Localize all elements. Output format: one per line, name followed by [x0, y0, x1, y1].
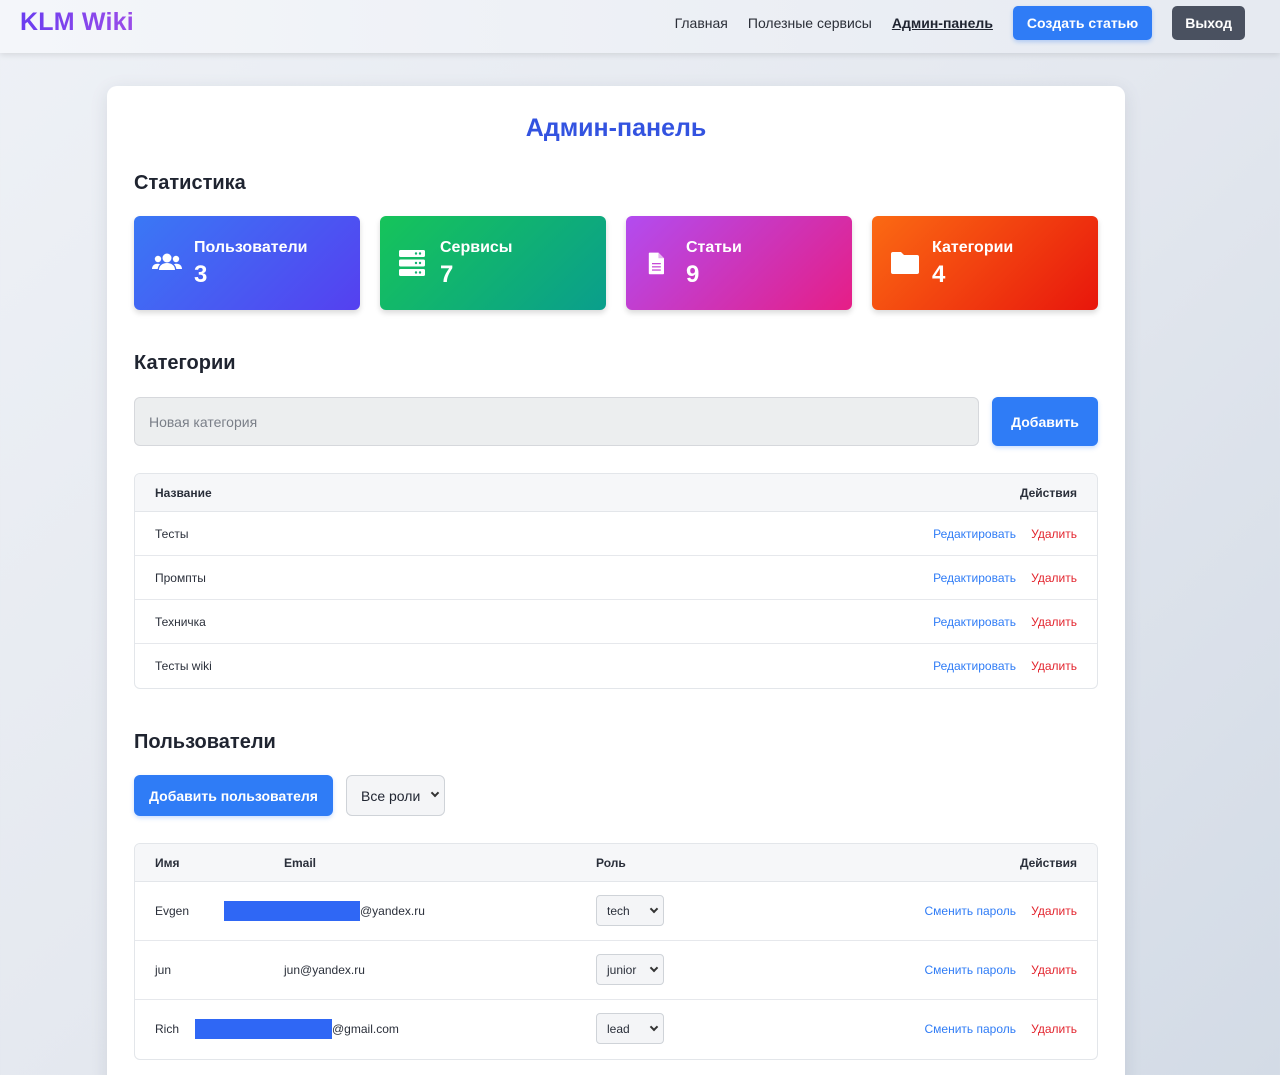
stat-value: 4 — [932, 261, 946, 288]
chevron-down-icon — [649, 963, 659, 973]
user-name: jun — [155, 963, 172, 977]
document-icon — [648, 252, 664, 275]
edit-category-link[interactable]: Редактировать — [933, 571, 1016, 585]
stats-grid: Пользователи 3 Сервисы 7 Статьи 9 Катего… — [134, 216, 1098, 310]
chevron-down-icon — [649, 1022, 659, 1032]
delete-user-link[interactable]: Удалить — [1031, 963, 1077, 977]
delete-category-link[interactable]: Удалить — [1031, 571, 1077, 585]
role-value: tech — [607, 903, 630, 918]
stat-value: 3 — [194, 261, 208, 288]
delete-category-link[interactable]: Удалить — [1031, 615, 1077, 629]
delete-user-link[interactable]: Удалить — [1031, 1022, 1077, 1036]
stat-card-services: Сервисы 7 — [380, 216, 606, 310]
column-header-role: Роль — [596, 856, 626, 870]
stat-card-users: Пользователи 3 — [134, 216, 360, 310]
column-header-actions: Действия — [1019, 486, 1077, 500]
column-header-name: Имя — [155, 856, 180, 870]
top-navbar: KLM Wiki Главная Полезные сервисы Админ-… — [0, 0, 1280, 53]
stat-value: 7 — [440, 261, 454, 288]
admin-panel-card: Админ-панель Статистика Пользователи 3 С… — [107, 86, 1125, 1075]
delete-user-link[interactable]: Удалить — [1031, 904, 1077, 918]
role-value: junior — [607, 962, 637, 977]
column-header-name: Название — [155, 486, 212, 500]
category-name: Техничка — [155, 615, 206, 629]
categories-table: Название Действия Тесты Редактировать Уд… — [134, 473, 1098, 689]
change-password-link[interactable]: Сменить пароль — [924, 904, 1016, 918]
main-nav: Главная Полезные сервисы Админ-панель Со… — [675, 6, 1245, 40]
nav-admin-link[interactable]: Админ-панель — [892, 15, 993, 31]
category-name: Тесты — [155, 527, 189, 541]
user-name: Evgen — [155, 904, 190, 918]
new-category-input[interactable] — [134, 397, 979, 446]
stat-value: 9 — [686, 261, 700, 288]
table-row: jun jun@yandex.ru junior Сменить пароль … — [135, 941, 1097, 1000]
redaction-block — [224, 901, 360, 921]
page-title: Админ-панель — [525, 114, 707, 142]
user-email: @gmail.com — [332, 1022, 399, 1036]
users-table: Имя Email Роль Действия Evgen @yandex.ru… — [134, 843, 1098, 1060]
table-row: Промпты Редактировать Удалить — [135, 556, 1097, 600]
change-password-link[interactable]: Сменить пароль — [924, 1022, 1016, 1036]
column-header-email: Email — [284, 856, 317, 870]
create-article-button[interactable]: Создать статью — [1012, 6, 1153, 40]
chevron-down-icon — [430, 788, 440, 798]
users-heading: Пользователи — [134, 731, 276, 753]
stat-card-articles: Статьи 9 — [626, 216, 852, 310]
table-row: Evgen @yandex.ru tech Сменить пароль Уда… — [135, 882, 1097, 941]
logout-button[interactable]: Выход — [1172, 6, 1245, 40]
folder-icon — [891, 252, 919, 274]
role-select[interactable]: tech — [596, 895, 664, 926]
stat-label: Пользователи — [194, 239, 308, 256]
nav-home-link[interactable]: Главная — [675, 15, 728, 31]
category-name: Промпты — [155, 571, 206, 585]
column-header-actions: Действия — [1019, 856, 1077, 870]
edit-category-link[interactable]: Редактировать — [933, 527, 1016, 541]
user-email: jun@yandex.ru — [284, 963, 365, 977]
table-header: Имя Email Роль Действия — [135, 844, 1097, 882]
redaction-block — [195, 1019, 332, 1039]
categories-heading: Категории — [134, 352, 236, 374]
nav-services-link[interactable]: Полезные сервисы — [748, 15, 872, 31]
change-password-link[interactable]: Сменить пароль — [924, 963, 1016, 977]
chevron-down-icon — [649, 904, 659, 914]
edit-category-link[interactable]: Редактировать — [933, 659, 1016, 673]
user-name: Rich — [155, 1022, 180, 1036]
table-row: Техничка Редактировать Удалить — [135, 600, 1097, 644]
table-row: Rich @gmail.com lead Сменить пароль Удал… — [135, 1000, 1097, 1059]
stat-label: Категории — [932, 239, 1014, 256]
role-select[interactable]: junior — [596, 954, 664, 985]
role-filter-select[interactable]: Все роли — [346, 775, 445, 816]
delete-category-link[interactable]: Удалить — [1031, 659, 1077, 673]
add-category-button[interactable]: Добавить — [992, 397, 1098, 446]
category-name: Тесты wiki — [155, 659, 212, 673]
users-icon — [152, 253, 182, 270]
table-row: Тесты wiki Редактировать Удалить — [135, 644, 1097, 688]
stats-heading: Статистика — [134, 172, 246, 194]
table-row: Тесты Редактировать Удалить — [135, 512, 1097, 556]
role-filter-value: Все роли — [361, 787, 421, 804]
delete-category-link[interactable]: Удалить — [1031, 527, 1077, 541]
role-select[interactable]: lead — [596, 1013, 664, 1044]
server-icon — [399, 250, 425, 276]
stat-label: Сервисы — [440, 239, 513, 256]
stat-label: Статьи — [686, 239, 742, 256]
add-user-button[interactable]: Добавить пользователя — [134, 775, 333, 816]
edit-category-link[interactable]: Редактировать — [933, 615, 1016, 629]
role-value: lead — [607, 1021, 630, 1036]
user-email: @yandex.ru — [360, 904, 425, 918]
stat-card-categories: Категории 4 — [872, 216, 1098, 310]
site-logo[interactable]: KLM Wiki — [20, 8, 134, 37]
table-header: Название Действия — [135, 474, 1097, 512]
